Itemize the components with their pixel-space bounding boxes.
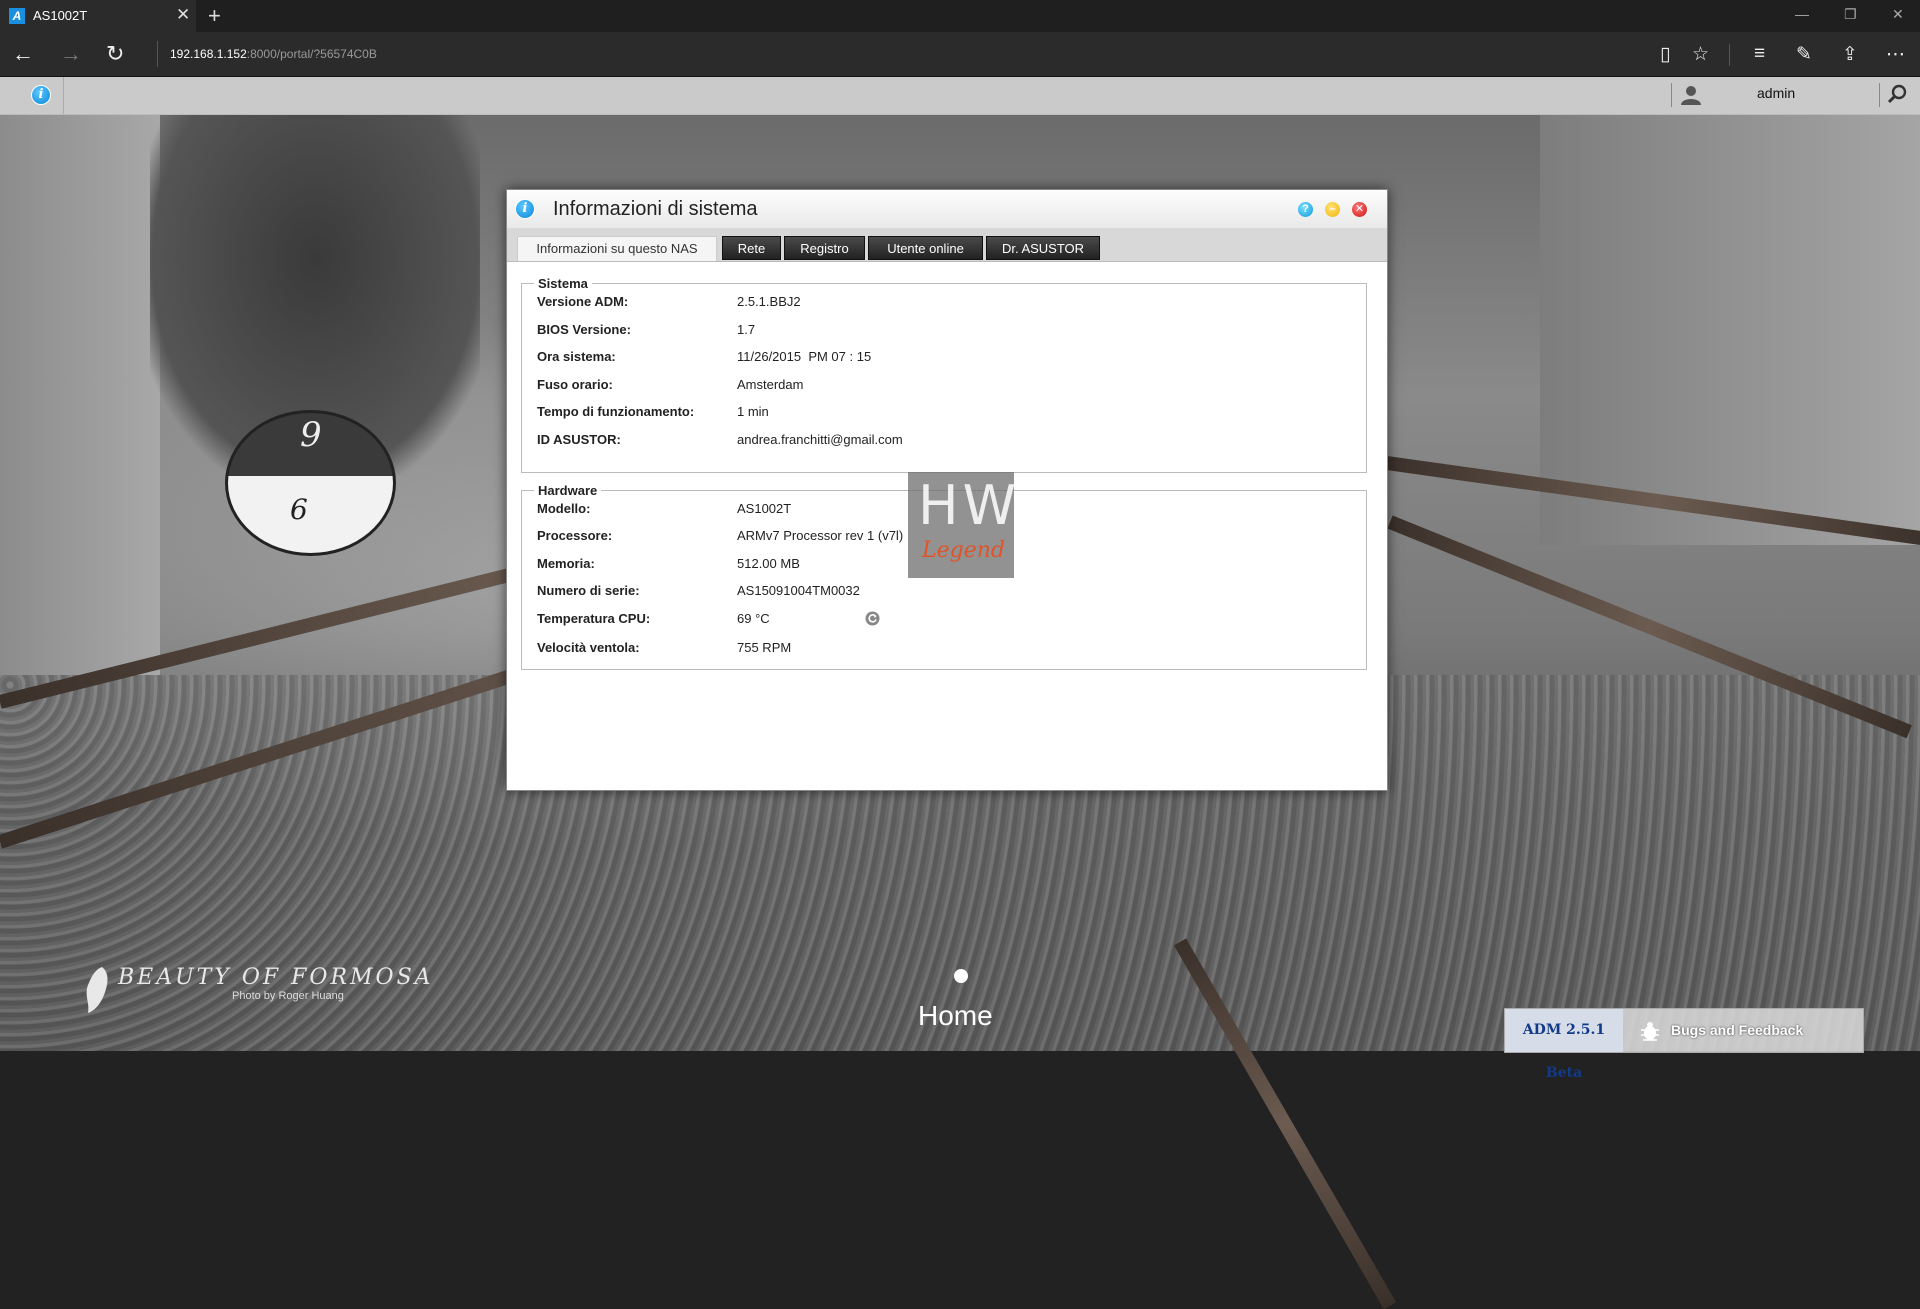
new-tab-icon[interactable]: + — [208, 3, 221, 29]
hub-icon[interactable]: ≡ — [1754, 43, 1765, 65]
help-icon[interactable]: ? — [1298, 202, 1313, 217]
more-icon[interactable]: ⋯ — [1886, 43, 1905, 66]
info-row-value: 2.5.1.BBJ2 — [737, 294, 801, 309]
url-host: 192.168.1.152 — [170, 47, 247, 61]
taiwan-island-icon — [80, 965, 114, 1015]
asustor-favicon-icon: A — [9, 8, 25, 24]
info-row-timezone: Fuso orario: Amsterdam — [521, 377, 1361, 399]
browser-tab-title: AS1002T — [33, 8, 87, 23]
watermark-legend-text: Legend — [922, 538, 1005, 563]
info-row-value: 1 min — [737, 404, 769, 419]
username-label[interactable]: admin — [1757, 85, 1795, 101]
hwlegend-watermark: HW Legend — [908, 472, 1014, 578]
tab-dr-asustor[interactable]: Dr. ASUSTOR — [986, 236, 1100, 260]
browser-tab[interactable]: A AS1002T ✕ — [0, 0, 196, 32]
tab-log[interactable]: Registro — [784, 236, 865, 260]
wallpaper-building — [1540, 115, 1920, 545]
info-row-bios: BIOS Versione: 1.7 — [521, 322, 1361, 344]
info-row-label: BIOS Versione: — [537, 322, 631, 337]
info-row-value: 1.7 — [737, 322, 755, 337]
info-row-adm-version: Versione ADM: 2.5.1.BBJ2 — [521, 294, 1361, 316]
system-info-app-icon[interactable]: i — [31, 85, 51, 105]
adm-taskbar — [0, 77, 1920, 115]
bugs-feedback-link[interactable]: Bugs and Feedback — [1671, 1022, 1803, 1038]
signal-number-bottom: 6 — [290, 493, 308, 526]
info-row-value: AS1002T — [737, 501, 791, 516]
info-row-fan-speed: Velocità ventola: 755 RPM — [521, 640, 1361, 662]
info-row-value: AS15091004TM0032 — [737, 583, 860, 598]
adm-version-badge[interactable]: ADM 2.5.1 Beta — [1505, 1009, 1623, 1052]
info-row-label: Tempo di funzionamento: — [537, 404, 694, 419]
info-row-asustor-id: ID ASUSTOR: andrea.franchitti@gmail.com — [521, 432, 1361, 454]
url-path: :8000/portal/?56574C0B — [247, 47, 377, 61]
toolbar-divider — [1729, 44, 1730, 66]
info-row-value: 755 RPM — [737, 640, 791, 655]
window-minimize-icon[interactable]: — — [1795, 6, 1809, 22]
desktop-home-label: Home — [918, 1000, 993, 1032]
tab-about-nas[interactable]: Informazioni su questo NAS — [517, 236, 717, 261]
wallpaper-photo-credit: Photo by Roger Huang — [80, 990, 434, 1002]
favorite-star-icon[interactable]: ☆ — [1692, 43, 1709, 66]
signal-number-top: 9 — [300, 415, 322, 455]
info-row-value: ARMv7 Processor rev 1 (v7l) — [737, 528, 903, 543]
reading-view-icon[interactable]: ▯ — [1660, 43, 1670, 66]
info-row-label: Versione ADM: — [537, 294, 628, 309]
info-row-label: Velocità ventola: — [537, 640, 640, 655]
window-restore-icon[interactable]: ❐ — [1844, 6, 1857, 23]
info-row-value: Amsterdam — [737, 377, 803, 392]
url-field[interactable]: 192.168.1.152:8000/portal/?56574C0B — [157, 41, 377, 67]
info-row-value: andrea.franchitti@gmail.com — [737, 432, 903, 447]
info-row-value: 69 °C — [737, 611, 770, 626]
wallpaper-wall — [0, 115, 160, 675]
info-row-label: Ora sistema: — [537, 349, 616, 364]
info-row-cpu-temp: Temperatura CPU: 69 °C — [521, 611, 1361, 633]
info-row-value: 512.00 MB — [737, 556, 800, 571]
info-row-label: ID ASUSTOR: — [537, 432, 621, 447]
share-icon[interactable]: ⇪ — [1842, 43, 1858, 66]
browser-tab-bar: A AS1002T ✕ + — ❐ ✕ — [0, 0, 1920, 32]
taskbar-divider — [1671, 83, 1672, 107]
taskbar-divider — [1879, 83, 1880, 107]
info-row-label: Fuso orario: — [537, 377, 613, 392]
info-row-system-time: Ora sistema: 11/26/2015 PM 07 : 15 — [521, 349, 1361, 371]
tab-online-users[interactable]: Utente online — [868, 236, 983, 260]
window-titlebar[interactable]: i Informazioni di sistema ? – ✕ — [507, 190, 1387, 228]
user-icon[interactable] — [1680, 85, 1702, 105]
wallpaper-signal-disc: 9 6 — [225, 410, 396, 556]
wallpaper-brand-title: BEAUTY OF FORMOSA — [80, 965, 434, 990]
minimize-icon[interactable]: – — [1325, 202, 1340, 217]
info-row-label: Temperatura CPU: — [537, 611, 650, 626]
refresh-temp-icon[interactable] — [865, 611, 880, 626]
info-row-label: Memoria: — [537, 556, 595, 571]
info-row-label: Modello: — [537, 501, 590, 516]
info-row-label: Numero di serie: — [537, 583, 640, 598]
watermark-hw-text: HW — [918, 474, 1020, 537]
desktop-page-indicator[interactable] — [954, 969, 968, 983]
adm-status-bar: ADM 2.5.1 Beta Bugs and Feedback — [1504, 1008, 1864, 1053]
taskbar-divider — [63, 77, 64, 114]
wallpaper-brand: BEAUTY OF FORMOSA Photo by Roger Huang — [80, 965, 434, 1002]
refresh-icon[interactable]: ↻ — [106, 41, 124, 67]
back-icon[interactable]: ← — [12, 41, 34, 67]
forward-icon[interactable]: → — [60, 41, 82, 67]
window-info-icon: i — [515, 199, 535, 219]
tab-network[interactable]: Rete — [722, 236, 781, 260]
system-group-legend: Sistema — [534, 276, 592, 291]
hardware-group-legend: Hardware — [534, 483, 601, 498]
window-tab-strip: Informazioni su questo NAS Rete Registro… — [507, 228, 1387, 262]
tab-close-icon[interactable]: ✕ — [176, 5, 190, 25]
close-icon[interactable]: ✕ — [1352, 202, 1367, 217]
info-row-value: 11/26/2015 PM 07 : 15 — [737, 349, 871, 364]
bug-icon[interactable] — [1639, 1020, 1661, 1042]
browser-address-bar: ← → ↻ 192.168.1.152:8000/portal/?56574C0… — [0, 32, 1920, 77]
window-close-icon[interactable]: ✕ — [1892, 6, 1904, 23]
search-icon[interactable] — [1887, 84, 1907, 104]
web-note-icon[interactable]: ✎ — [1796, 43, 1812, 66]
info-row-label: Processore: — [537, 528, 612, 543]
info-row-serial: Numero di serie: AS15091004TM0032 — [521, 583, 1361, 605]
info-row-uptime: Tempo di funzionamento: 1 min — [521, 404, 1361, 426]
window-title: Informazioni di sistema — [553, 198, 758, 221]
